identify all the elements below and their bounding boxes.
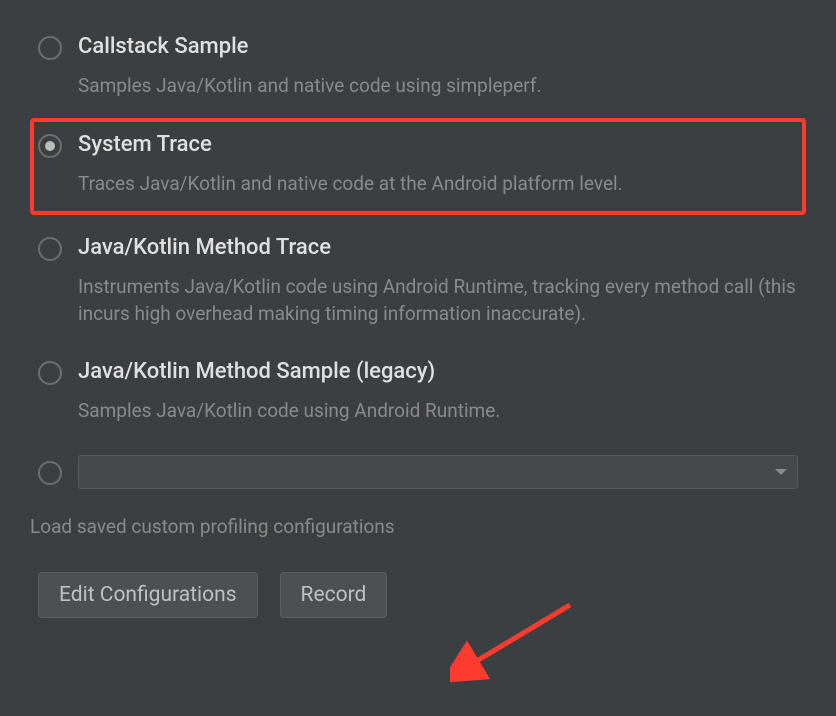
option-content: Java/Kotlin Method Sample (legacy) Sampl…	[78, 359, 798, 425]
option-desc: Traces Java/Kotlin and native code at th…	[78, 171, 798, 198]
option-content: Java/Kotlin Method Trace Instruments Jav…	[78, 235, 798, 327]
option-system-trace[interactable]: System Trace Traces Java/Kotlin and nati…	[30, 118, 806, 216]
radio-java-kotlin-method-sample[interactable]	[38, 361, 62, 385]
radio-system-trace[interactable]	[38, 134, 62, 158]
radio-callstack-sample[interactable]	[38, 36, 62, 60]
option-desc: Samples Java/Kotlin and native code usin…	[78, 73, 798, 100]
option-content: Callstack Sample Samples Java/Kotlin and…	[78, 34, 798, 100]
option-content: System Trace Traces Java/Kotlin and nati…	[78, 132, 798, 198]
option-desc: Instruments Java/Kotlin code using Andro…	[78, 274, 798, 327]
option-title: Java/Kotlin Method Sample (legacy)	[78, 359, 798, 384]
option-title: Java/Kotlin Method Trace	[78, 235, 798, 260]
custom-config-dropdown[interactable]	[78, 455, 798, 489]
edit-configurations-button[interactable]: Edit Configurations	[38, 572, 258, 618]
radio-custom-config[interactable]	[38, 461, 62, 485]
chevron-down-icon	[775, 469, 787, 475]
option-callstack-sample[interactable]: Callstack Sample Samples Java/Kotlin and…	[30, 20, 806, 118]
radio-java-kotlin-method-trace[interactable]	[38, 237, 62, 261]
option-title: System Trace	[78, 132, 798, 157]
dropdown-row	[30, 445, 806, 499]
record-button[interactable]: Record	[280, 572, 388, 618]
option-title: Callstack Sample	[78, 34, 798, 59]
option-desc: Samples Java/Kotlin code using Android R…	[78, 398, 798, 425]
option-java-kotlin-method-sample[interactable]: Java/Kotlin Method Sample (legacy) Sampl…	[30, 345, 806, 443]
option-java-kotlin-method-trace[interactable]: Java/Kotlin Method Trace Instruments Jav…	[30, 221, 806, 345]
help-text: Load saved custom profiling configuratio…	[30, 515, 806, 538]
button-row: Edit Configurations Record	[38, 572, 806, 618]
